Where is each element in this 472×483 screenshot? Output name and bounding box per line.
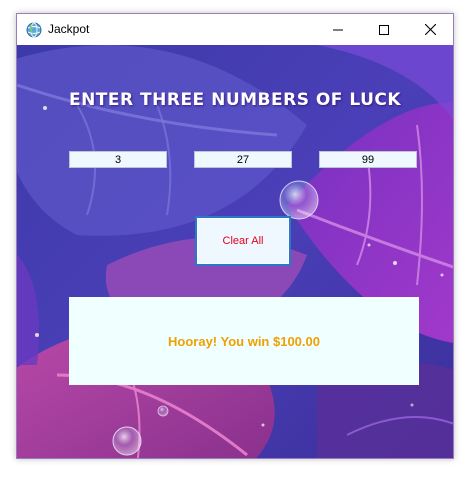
maximize-button[interactable]	[361, 14, 407, 45]
clear-all-button[interactable]: Clear All	[195, 216, 291, 266]
lucky-number-input-2[interactable]	[194, 151, 292, 168]
page-heading: ENTER THREE NUMBERS OF LUCK	[68, 90, 402, 110]
window-title: Jackpot	[48, 22, 90, 36]
jackpot-window: Jackpot ENTER THREE NUMBERS OF LUCK 3 27…	[16, 13, 454, 459]
maximize-icon	[379, 24, 389, 35]
lucky-number-input-3[interactable]	[319, 151, 417, 168]
close-icon	[424, 24, 436, 35]
title-bar[interactable]: Jackpot	[17, 14, 453, 45]
minimize-button[interactable]	[315, 14, 361, 45]
result-panel: Hooray! You win $100.00	[69, 297, 419, 385]
minimize-icon	[333, 29, 343, 30]
client-area: ENTER THREE NUMBERS OF LUCK Clear All Ho…	[17, 45, 453, 458]
lucky-number-input-1[interactable]	[69, 151, 167, 168]
result-message: Hooray! You win $100.00	[168, 333, 320, 349]
clear-all-label: Clear All	[222, 235, 264, 247]
globe-icon	[26, 22, 42, 38]
close-button[interactable]	[407, 14, 453, 45]
